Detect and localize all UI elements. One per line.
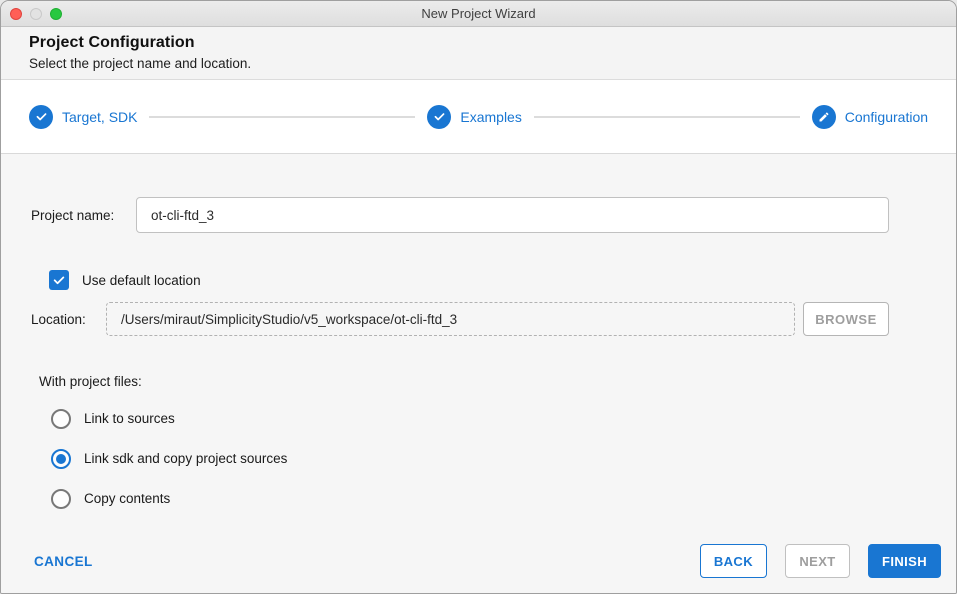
next-button: NEXT — [784, 544, 850, 578]
radio-link-to-sources[interactable]: Link to sources — [51, 408, 889, 429]
radio-selected-icon[interactable] — [51, 448, 71, 469]
stepper-connector — [149, 115, 416, 118]
project-name-value: ot-cli-ftd_3 — [151, 207, 215, 223]
step-configuration[interactable]: Configuration — [811, 104, 929, 129]
step-label: Examples — [460, 108, 522, 125]
use-default-location-checkbox[interactable] — [49, 270, 69, 290]
check-icon — [29, 104, 53, 129]
check-icon — [427, 104, 452, 129]
use-default-location-row: Use default location — [49, 270, 889, 290]
close-button-icon[interactable] — [10, 8, 22, 20]
radio-label: Copy contents — [84, 491, 171, 506]
stepper-connector — [533, 115, 800, 118]
radio-icon[interactable] — [51, 408, 71, 429]
titlebar: New Project Wizard — [1, 1, 956, 27]
step-examples[interactable]: Examples — [427, 104, 522, 129]
zoom-button-icon[interactable] — [50, 8, 62, 20]
step-label: Target, SDK — [62, 108, 138, 125]
project-name-row: Project name: ot-cli-ftd_3 — [31, 197, 889, 233]
location-value: /Users/miraut/SimplicityStudio/v5_worksp… — [121, 311, 458, 327]
new-project-wizard-window: New Project Wizard Project Configuration… — [0, 0, 957, 594]
location-row: Location: /Users/miraut/SimplicityStudio… — [31, 302, 889, 336]
location-input: /Users/miraut/SimplicityStudio/v5_worksp… — [106, 302, 795, 336]
finish-button[interactable]: FINISH — [867, 544, 941, 578]
browse-button: BROWSE — [803, 302, 889, 336]
wizard-content: Project name: ot-cli-ftd_3 Use default l… — [1, 154, 956, 537]
traffic-lights — [10, 8, 62, 20]
wizard-stepper: Target, SDK Examples Configuration — [1, 80, 956, 154]
project-name-input[interactable]: ot-cli-ftd_3 — [136, 197, 889, 233]
project-name-label: Project name: — [31, 207, 115, 223]
window-title: New Project Wizard — [421, 6, 536, 21]
cancel-button[interactable]: CANCEL — [34, 544, 93, 578]
use-default-location-label: Use default location — [82, 272, 201, 288]
radio-label: Link sdk and copy project sources — [84, 451, 288, 466]
wizard-footer: CANCEL BACK NEXT FINISH — [1, 537, 956, 593]
with-project-files-label: With project files: — [39, 374, 142, 389]
step-target-sdk[interactable]: Target, SDK — [29, 104, 138, 129]
minimize-button-icon — [30, 8, 42, 20]
radio-icon[interactable] — [51, 488, 71, 509]
page-subtitle: Select the project name and location. — [29, 56, 252, 71]
radio-copy-contents[interactable]: Copy contents — [51, 488, 889, 509]
radio-label: Link to sources — [84, 411, 175, 426]
step-label: Configuration — [844, 108, 929, 125]
radio-link-sdk-copy-sources[interactable]: Link sdk and copy project sources — [51, 448, 889, 469]
back-button[interactable]: BACK — [699, 544, 767, 578]
page-title: Project Configuration — [29, 34, 195, 51]
with-project-files-group: With project files: Link to sources Link… — [31, 374, 889, 509]
pencil-icon — [811, 104, 836, 129]
wizard-header: Project Configuration Select the project… — [1, 27, 956, 80]
location-label: Location: — [31, 311, 86, 327]
